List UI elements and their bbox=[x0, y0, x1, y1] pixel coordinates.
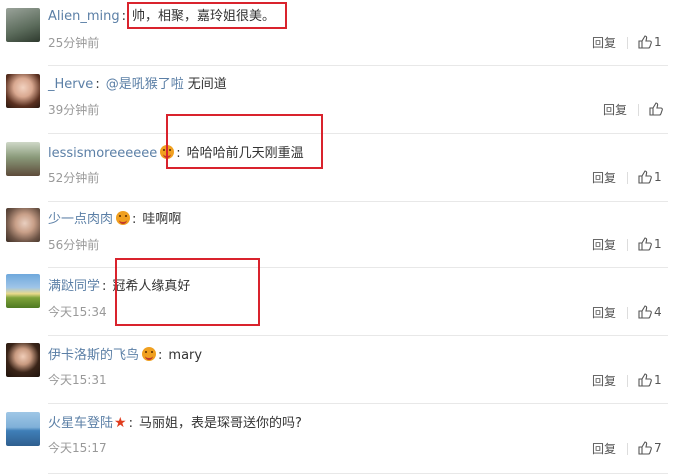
timestamp: 39分钟前 bbox=[48, 103, 100, 117]
comment-item: lessismoreeeeee: 哈哈哈前几天刚重温 52分钟前 回复 1 bbox=[0, 134, 690, 202]
comment-text: 马丽姐，表是琛哥送你的吗? bbox=[138, 416, 302, 431]
thumbs-up-icon bbox=[638, 35, 652, 49]
thumbs-up-icon bbox=[638, 305, 652, 319]
avatar[interactable] bbox=[6, 343, 40, 377]
avatar[interactable] bbox=[6, 412, 40, 446]
reply-button[interactable]: 回复 bbox=[592, 238, 616, 252]
reply-button[interactable]: 回复 bbox=[592, 374, 616, 388]
thumbs-up-icon bbox=[638, 441, 652, 455]
highlight-box bbox=[115, 258, 260, 326]
avatar[interactable] bbox=[6, 74, 40, 108]
reply-button[interactable]: 回复 bbox=[592, 442, 616, 456]
avatar[interactable] bbox=[6, 274, 40, 308]
like-button[interactable]: 4 bbox=[638, 305, 662, 319]
thumbs-up-icon bbox=[649, 102, 663, 116]
thumbs-up-icon bbox=[638, 237, 652, 251]
like-count: 7 bbox=[654, 441, 662, 455]
like-button[interactable]: 1 bbox=[638, 373, 662, 387]
like-button[interactable] bbox=[649, 102, 665, 116]
reply-button[interactable]: 回复 bbox=[592, 306, 616, 320]
comment-item: 火星车登陆★: 马丽姐，表是琛哥送你的吗? 今天15:17 回复 7 bbox=[0, 404, 690, 475]
avatar[interactable] bbox=[6, 8, 40, 42]
username[interactable]: lessismoreeeeee bbox=[48, 146, 157, 161]
highlight-box bbox=[127, 2, 287, 29]
comment-item: 满跶同学: 冠希人缘真好 今天15:34 回复 4 bbox=[0, 268, 690, 336]
username[interactable]: 火星车登陆 bbox=[48, 416, 113, 431]
star-icon: ★ bbox=[114, 415, 127, 431]
comment-text: 哇啊啊 bbox=[142, 212, 182, 227]
username[interactable]: 满跶同学 bbox=[48, 279, 100, 294]
comment-item: 少一点肉肉: 哇啊啊 56分钟前 回复 1 bbox=[0, 202, 690, 268]
username[interactable]: 少一点肉肉 bbox=[48, 212, 113, 227]
thumbs-up-icon bbox=[638, 170, 652, 184]
like-count: 1 bbox=[654, 373, 662, 387]
comment-item: Alien_ming: 帅，相聚，嘉玲姐很美。 25分钟前 回复 1 bbox=[0, 0, 690, 66]
reply-button[interactable]: 回复 bbox=[592, 171, 616, 185]
comment-text: 无间道 bbox=[187, 77, 227, 92]
timestamp: 今天15:17 bbox=[48, 441, 107, 455]
timestamp: 25分钟前 bbox=[48, 36, 100, 50]
like-count: 1 bbox=[654, 237, 662, 251]
like-button[interactable]: 1 bbox=[638, 170, 662, 184]
like-count: 1 bbox=[654, 35, 662, 49]
timestamp: 56分钟前 bbox=[48, 238, 100, 252]
emoji-badge-icon bbox=[116, 211, 131, 225]
reply-button[interactable]: 回复 bbox=[592, 36, 616, 50]
like-count: 4 bbox=[654, 305, 662, 319]
emoji-badge-icon bbox=[142, 347, 157, 361]
thumbs-up-icon bbox=[638, 373, 652, 387]
like-button[interactable]: 1 bbox=[638, 35, 662, 49]
like-count: 1 bbox=[654, 170, 662, 184]
avatar[interactable] bbox=[6, 142, 40, 176]
comment-item: 伊卡洛斯的飞鸟: mary 今天15:31 回复 1 bbox=[0, 336, 690, 404]
timestamp: 今天15:31 bbox=[48, 373, 107, 387]
username[interactable]: _Herve bbox=[48, 77, 93, 92]
comment-text: mary bbox=[168, 348, 203, 363]
like-button[interactable]: 7 bbox=[638, 441, 662, 455]
mention-link[interactable]: @是吼猴了啦 bbox=[106, 77, 184, 92]
username[interactable]: Alien_ming bbox=[48, 9, 120, 24]
timestamp: 52分钟前 bbox=[48, 171, 100, 185]
reply-button[interactable]: 回复 bbox=[603, 103, 627, 117]
comment-item: _Herve: @是吼猴了啦 无间道 39分钟前 回复 bbox=[0, 66, 690, 134]
timestamp: 今天15:34 bbox=[48, 305, 107, 319]
like-button[interactable]: 1 bbox=[638, 237, 662, 251]
username[interactable]: 伊卡洛斯的飞鸟 bbox=[48, 348, 139, 363]
highlight-box bbox=[166, 114, 323, 169]
avatar[interactable] bbox=[6, 208, 40, 242]
